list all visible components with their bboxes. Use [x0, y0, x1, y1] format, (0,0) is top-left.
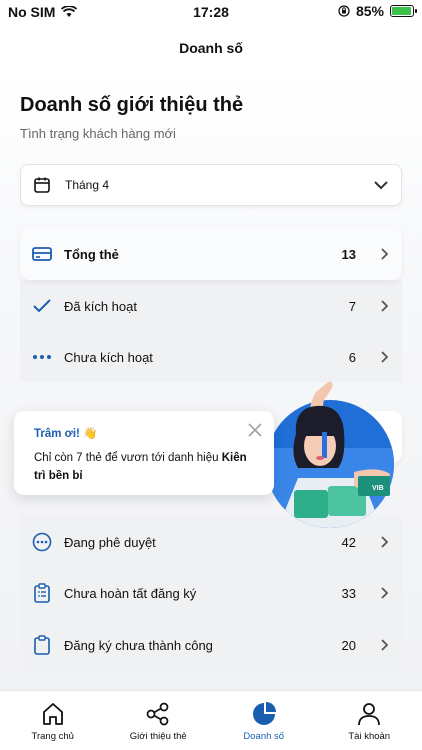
row-label: Đang phê duyệt	[64, 534, 156, 550]
page-subtitle: Tình trạng khách hàng mới	[20, 126, 176, 141]
row-incomplete-registration[interactable]: Chưa hoàn tất đăng ký 33	[20, 567, 402, 619]
check-icon	[33, 299, 51, 313]
promo-character-illustration[interactable]: VIB	[258, 378, 398, 528]
user-icon	[358, 703, 381, 726]
tab-label: Tài khoản	[348, 731, 391, 742]
row-label: Đăng ký chưa thành công	[64, 637, 213, 653]
calendar-icon	[34, 177, 50, 193]
nav-header: Doanh số	[0, 24, 422, 74]
bottom-tab-bar: Trang chủ Giới thiệu thẻ Doanh số Tài kh…	[0, 690, 422, 750]
row-activated[interactable]: Đã kích hoạt 7	[20, 280, 402, 332]
share-icon	[146, 702, 169, 726]
card-icon	[32, 247, 52, 261]
row-label: Đã kích hoạt	[64, 298, 137, 314]
header-title: Doanh số	[179, 40, 243, 56]
clipboard-list-icon	[34, 583, 50, 603]
tooltip-greeting: Trâm ơi! 👋	[34, 428, 98, 440]
month-dropdown[interactable]: Tháng 4	[20, 164, 402, 206]
chevron-right-icon	[380, 536, 388, 548]
chevron-right-icon	[380, 248, 388, 260]
chevron-down-icon	[374, 181, 388, 190]
row-value: 7	[348, 298, 356, 314]
home-icon	[42, 703, 63, 725]
row-label: Chưa kích hoạt	[64, 349, 153, 365]
battery-percent: 85%	[355, 3, 384, 19]
row-value: 20	[341, 637, 356, 653]
tab-sales[interactable]: Doanh số	[211, 691, 317, 750]
chevron-right-icon	[380, 300, 388, 312]
chevron-right-icon	[380, 351, 388, 363]
page-title: Doanh số giới thiệu thẻ	[20, 94, 244, 116]
month-value: Tháng 4	[65, 178, 110, 192]
pie-chart-icon	[252, 702, 276, 725]
chevron-right-icon	[380, 639, 388, 651]
circle-dots-icon	[32, 532, 52, 552]
promo-brand: VIB	[372, 485, 384, 492]
battery-icon	[390, 5, 417, 17]
row-not-activated[interactable]: Chưa kích hoạt 6	[20, 331, 402, 383]
tab-card-referral[interactable]: Giới thiệu thẻ	[106, 691, 212, 750]
status-bar: No SIM 17:28 85%	[0, 0, 422, 24]
row-failed-registration[interactable]: Đăng ký chưa thành công 20	[20, 619, 402, 671]
row-value: 33	[341, 585, 356, 601]
tooltip-message-text: Chỉ còn 7 thẻ để vươn tới danh hiệu	[34, 452, 222, 464]
dots-icon	[33, 355, 51, 359]
tab-home[interactable]: Trang chủ	[0, 691, 106, 750]
tab-label: Giới thiệu thẻ	[129, 731, 187, 742]
hint-tooltip: Trâm ơi! 👋 Chỉ còn 7 thẻ để vươn tới dan…	[14, 411, 274, 495]
row-value: 42	[341, 534, 356, 550]
status-right: 85%	[338, 3, 417, 19]
orientation-lock-icon	[338, 5, 350, 17]
tab-label: Trang chủ	[31, 731, 74, 742]
close-icon[interactable]	[246, 421, 264, 439]
tab-account[interactable]: Tài khoản	[317, 691, 422, 750]
clipboard-icon	[34, 635, 50, 655]
tooltip-message: Chỉ còn 7 thẻ để vươn tới danh hiệu Kiên…	[34, 449, 254, 485]
row-total-cards[interactable]: Tổng thẻ 13	[20, 228, 402, 280]
chevron-right-icon	[380, 587, 388, 599]
row-label: Tổng thẻ	[64, 246, 119, 262]
row-value: 6	[348, 349, 356, 365]
tab-label: Doanh số	[243, 731, 285, 742]
row-label: Chưa hoàn tất đăng ký	[64, 585, 197, 601]
row-value: 13	[341, 246, 356, 262]
